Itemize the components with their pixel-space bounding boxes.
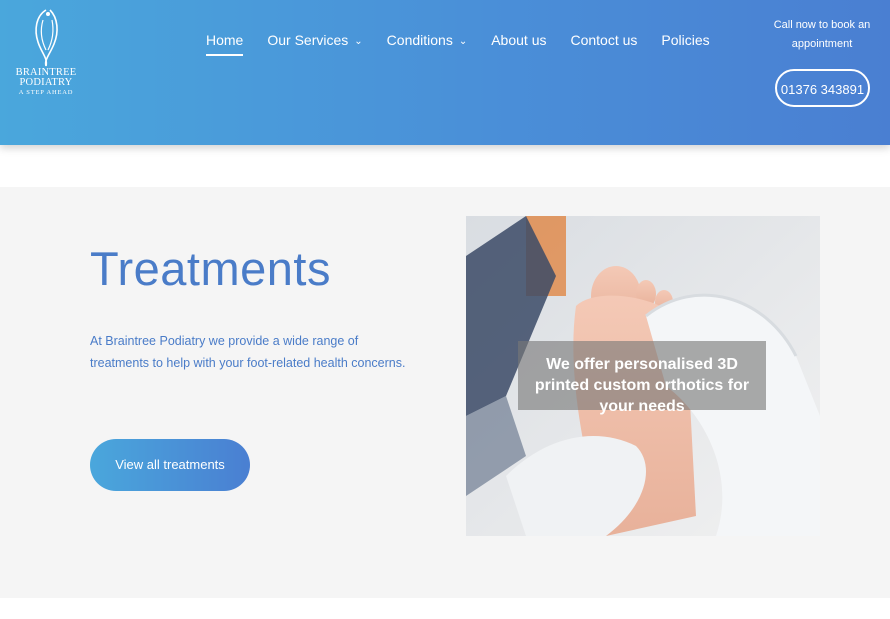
nav-about-us[interactable]: About us <box>491 30 546 50</box>
logo[interactable]: BRAINTREE PODIATRY A STEP AHEAD <box>14 6 78 102</box>
nav-our-services[interactable]: Our Services ⌄ <box>267 30 362 50</box>
main-nav: Home Our Services ⌄ Conditions ⌄ About us … <box>206 30 710 56</box>
site-header: BRAINTREE PODIATRY A STEP AHEAD Home Our… <box>0 0 890 145</box>
logo-name-line2: PODIATRY <box>19 77 73 88</box>
call-to-book-text: Call now to book an appointment <box>773 19 871 50</box>
nav-contact-us-label: Contoct us <box>570 32 638 48</box>
page-title: Treatments <box>90 242 331 295</box>
nav-our-services-label: Our Services <box>267 32 349 48</box>
chevron-down-icon: ⌄ <box>354 36 363 47</box>
view-all-treatments-button[interactable]: View all treatments <box>90 439 250 491</box>
orthotics-photo: We offer personalised 3D printed custom … <box>466 216 820 536</box>
nav-conditions-label: Conditions <box>386 32 453 48</box>
chevron-down-icon: ⌄ <box>458 36 468 47</box>
nav-home[interactable]: Home <box>206 30 244 56</box>
nav-policies-label: Policies <box>661 32 710 48</box>
nav-conditions[interactable]: Conditions ⌄ <box>387 30 468 50</box>
image-caption: We offer personalised 3D printed custom … <box>518 341 766 415</box>
nav-policies[interactable]: Policies <box>661 30 709 50</box>
nav-home-label: Home <box>206 32 244 48</box>
phone-button[interactable]: 01376 343891 <box>775 69 870 107</box>
foot-logo-icon <box>35 9 58 67</box>
logo-tagline: A STEP AHEAD <box>18 89 74 96</box>
nav-contact-us[interactable]: Contoct us <box>570 30 637 50</box>
nav-about-us-label: About us <box>491 32 547 48</box>
treatments-description: At Braintree Podiatry we provide a wide … <box>90 334 406 370</box>
